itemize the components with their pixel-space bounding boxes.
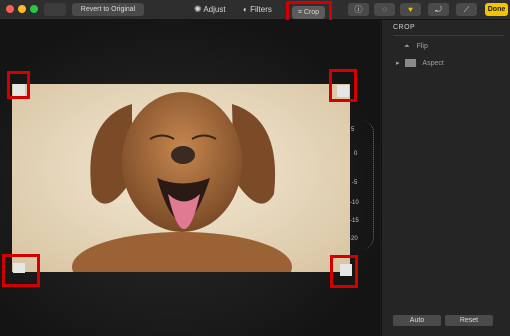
corner-marker [340,264,352,276]
flip-icon: ⏶ [404,43,410,50]
back-button[interactable] [44,3,66,16]
enhance-button[interactable]: ⟋ [456,3,477,16]
dial-tick: -20 [349,236,358,242]
photo-image[interactable] [12,84,350,272]
corner-marker [337,85,349,97]
tab-adjust[interactable]: ✺ Adjust [194,3,236,16]
favorite-button[interactable]: ♥ [400,3,421,16]
tab-crop-pill: ⌗ Crop [292,6,325,19]
revert-to-original-button[interactable]: Revert to Original [72,3,144,16]
zoom-window-button[interactable] [30,5,38,13]
done-button[interactable]: Done [485,3,508,16]
reset-button[interactable]: Reset [445,315,493,326]
aspect-icon [405,59,417,68]
info-icon: ⓘ [354,5,363,14]
crop-handle-top-right[interactable] [329,69,357,102]
tab-adjust-label: Adjust [203,5,226,14]
close-window-button[interactable] [6,5,14,13]
flip-button[interactable]: ⏶ Flip [404,43,428,51]
crop-sidebar [381,20,510,336]
dial-tick: -10 [350,200,359,206]
tab-filters[interactable]: ◐ Filters [243,3,283,16]
aspect-label: Aspect [422,60,444,67]
flip-label: Flip [416,43,428,50]
corner-marker [13,84,25,96]
magic-wand-icon: ⟋ [463,5,470,14]
toolbar: Revert to Original ✺ Adjust ◐ Filters ⌗ … [0,0,510,24]
corner-marker [13,263,25,273]
crop-icon: ⌗ [297,9,302,16]
filters-icon: ◐ [243,5,248,14]
crop-handle-top-left[interactable] [7,71,30,99]
crop-handle-bottom-left[interactable] [2,254,40,287]
share-button[interactable]: ◌ [374,3,395,16]
auto-button[interactable]: Auto [393,315,441,326]
rotate-icon: ⤾ [435,5,442,14]
dial-arc [361,120,374,250]
rotate-button[interactable]: ⤾ [428,3,449,16]
sidebar-divider [393,35,504,36]
tab-crop-label: Crop [303,9,320,16]
adjust-icon: ✺ [194,4,202,14]
tab-filters-label: Filters [250,5,272,14]
sidebar-title: CROP [393,24,416,31]
heart-icon: ♥ [408,5,413,14]
puppy-photo [72,92,292,272]
dial-tick: -15 [350,218,359,224]
dial-tick: -5 [352,180,358,186]
disclosure-triangle-icon: ▸ [396,60,400,67]
dial-tick: 0 [354,151,358,157]
share-icon: ◌ [382,5,387,14]
dial-tick: 5 [351,127,355,133]
minimize-window-button[interactable] [18,5,26,13]
aspect-disclosure[interactable]: ▸ Aspect [396,59,444,68]
info-button[interactable]: ⓘ [348,3,369,16]
crop-handle-bottom-right[interactable] [330,255,358,288]
